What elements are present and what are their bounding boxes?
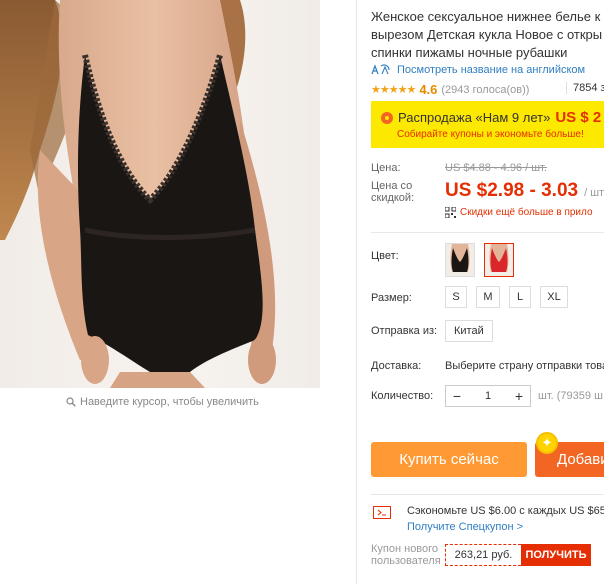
buy-now-button[interactable]: Купить сейчас <box>371 442 527 477</box>
quantity-input[interactable]: 1 <box>468 390 508 402</box>
product-title: Женское сексуальное нижнее белье к вырез… <box>371 8 604 62</box>
coupon-icon <box>373 506 391 519</box>
stock-count: шт. (79359 ш <box>538 390 603 402</box>
product-title-line: вырезом Детская кукла Новое с откры <box>371 27 603 42</box>
size-option-s[interactable]: S <box>445 286 467 308</box>
magnifier-icon <box>66 397 76 407</box>
ship-from-option[interactable]: Китай <box>445 320 493 342</box>
product-photo-illustration <box>0 0 276 388</box>
new-user-coupon-label: Купон нового пользователя <box>371 543 441 567</box>
zoom-hint: Наведите курсор, чтобы увеличить <box>66 396 259 408</box>
sale-price: US $ 2 <box>555 109 602 126</box>
ship-from-label: Отправка из: <box>371 325 438 337</box>
old-price: US $4.88 - 4.96 / шт. <box>445 162 547 174</box>
new-user-coupon-amount: 263,21 руб. <box>445 544 521 566</box>
coupon-save-text: Сэкономьте US $6.00 с каждых US $65.00 <box>407 505 604 517</box>
price-label: Цена: <box>371 162 401 174</box>
translate-link-text[interactable]: Посмотреть название на английском <box>397 64 585 76</box>
votes-count[interactable]: (2943 голоса(ов)) <box>441 84 529 96</box>
section-divider <box>371 494 604 495</box>
qr-code-icon <box>445 207 456 218</box>
product-title-line: спинки пижамы ночные рубашки <box>371 45 568 60</box>
translate-icon <box>371 64 390 75</box>
sale-pin-icon <box>381 111 393 124</box>
color-swatch-black[interactable] <box>445 243 475 277</box>
quantity-decrease-button[interactable]: − <box>446 386 468 406</box>
rating[interactable]: ★★★★★ 4.6 (2943 голоса(ов)) <box>371 82 529 97</box>
product-title-line: Женское сексуальное нижнее белье к <box>371 9 601 24</box>
translate-link[interactable]: Посмотреть название на английском <box>371 64 585 76</box>
size-option-xl[interactable]: XL <box>540 286 568 308</box>
quantity-label: Количество: <box>371 390 434 402</box>
sale-title: Распродажа «Нам 9 лет» <box>398 110 551 125</box>
product-info-panel: Женское сексуальное нижнее белье к вырез… <box>371 0 604 584</box>
app-promo-text[interactable]: Скидки ещё больше в прило <box>460 207 593 218</box>
color-swatch-red[interactable] <box>484 243 514 277</box>
size-label: Размер: <box>371 292 412 304</box>
discount-price-value: US $2.98 - 3.03 <box>445 180 579 201</box>
color-label: Цвет: <box>371 250 399 262</box>
sale-subtitle: Собирайте купоны и экономьте больше! <box>397 129 584 140</box>
red-variant-thumbnail <box>485 244 513 276</box>
size-option-m[interactable]: M <box>476 286 500 308</box>
stars-icon: ★★★★★ <box>371 84 416 96</box>
app-promo[interactable]: Скидки ещё больше в прило <box>445 207 593 218</box>
sale-title-row: Распродажа «Нам 9 лет» US $ 2 <box>381 109 601 126</box>
zoom-hint-text: Наведите курсор, чтобы увеличить <box>80 396 259 408</box>
get-coupon-button[interactable]: ПОЛУЧИТЬ <box>521 544 591 566</box>
section-divider <box>371 232 604 233</box>
sale-banner[interactable]: Распродажа «Нам 9 лет» US $ 2 Собирайте … <box>371 101 604 148</box>
discount-price: US $2.98 - 3.03 / шт. <box>445 180 604 202</box>
orders-count: 7854 за <box>566 82 604 94</box>
discount-price-label: Цена со скидкой: <box>371 180 415 204</box>
size-option-l[interactable]: L <box>509 286 531 308</box>
delivery-value[interactable]: Выберите страну отправки това <box>445 360 604 372</box>
special-coupon-link[interactable]: Получите Спецкупон > <box>407 521 523 533</box>
delivery-label: Доставка: <box>371 360 422 372</box>
plus-badge-icon: ✦ <box>536 432 558 454</box>
price-unit: / шт. <box>584 187 604 199</box>
rating-value: 4.6 <box>419 82 438 97</box>
quantity-stepper: − 1 + <box>445 385 531 407</box>
column-divider <box>356 0 357 584</box>
product-image[interactable] <box>0 0 320 388</box>
quantity-increase-button[interactable]: + <box>508 386 530 406</box>
black-variant-thumbnail <box>446 244 474 276</box>
